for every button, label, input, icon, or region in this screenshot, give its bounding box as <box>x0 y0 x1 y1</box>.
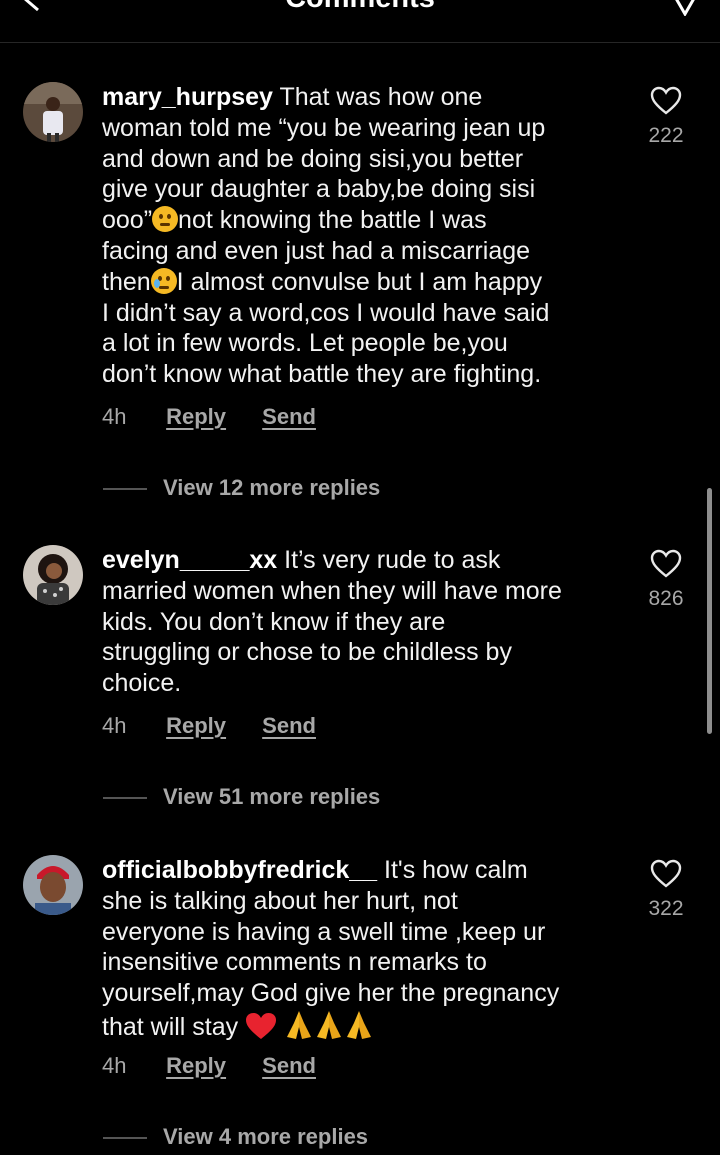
view-replies-label: View 51 more replies <box>163 784 381 809</box>
comment-line: I didn’t say a word,cos I would have sai… <box>102 298 550 327</box>
comment-line: ooo” <box>102 206 153 235</box>
comment-text: mary_hurpsey That was how one woman told… <box>102 82 622 390</box>
like-button[interactable]: 826 <box>640 549 692 611</box>
comment-time: 4h <box>102 713 127 738</box>
comment-line: kids. You don’t know if they are <box>102 607 446 636</box>
folded-hands-icon <box>347 1010 372 1039</box>
divider <box>103 488 147 491</box>
comment-line: and down and be doing sisi,you better <box>102 144 524 173</box>
comment-username[interactable]: mary_hurpsey <box>102 83 273 111</box>
folded-hands-icon <box>317 1010 342 1039</box>
avatar[interactable] <box>23 545 83 605</box>
like-button[interactable]: 322 <box>640 859 692 921</box>
comment-text: evelyn_____xx It’s very rude to ask marr… <box>102 545 622 699</box>
comment-meta: 4h Reply Send <box>102 713 346 739</box>
comment-line: facing and even just had a miscarriage <box>102 236 531 265</box>
comment-line: that will stay <box>102 1012 239 1041</box>
send-button[interactable]: Send <box>262 404 316 430</box>
comment-line: woman told me “you be wearing jean up <box>102 113 546 142</box>
red-heart-icon <box>246 1012 277 1039</box>
view-replies-label: View 12 more replies <box>163 475 381 500</box>
comment-line: don’t know what battle they are fighting… <box>102 360 542 389</box>
view-replies-button[interactable]: View 12 more replies <box>103 475 380 501</box>
folded-hands-icon <box>287 1010 312 1039</box>
comment-line: she is talking about her hurt, not <box>102 886 458 915</box>
comment-line: It's how calm <box>384 856 528 884</box>
thinking-face-icon <box>152 206 179 233</box>
comment-line: It’s very rude to ask <box>284 546 501 574</box>
comments-header: Comments <box>0 0 720 43</box>
comment-line: choice. <box>102 669 182 698</box>
comment-meta: 4h Reply Send <box>102 1053 346 1079</box>
scrollbar[interactable] <box>707 488 712 734</box>
avatar[interactable] <box>23 855 83 915</box>
avatar[interactable] <box>23 82 83 142</box>
comment-line: yourself,may God give her the pregnancy <box>102 979 560 1008</box>
heart-outline-icon[interactable] <box>650 859 682 889</box>
comment-line: everyone is having a swell time ,keep ur <box>102 917 546 946</box>
send-button[interactable]: Send <box>262 1053 316 1079</box>
send-button[interactable]: Send <box>262 713 316 739</box>
comment-text: officialbobbyfredrick__ It's how calm sh… <box>102 855 622 1043</box>
page-title: Comments <box>0 0 720 15</box>
like-count: 222 <box>648 124 684 147</box>
divider <box>103 1137 147 1140</box>
heart-outline-icon[interactable] <box>650 86 682 116</box>
reply-button[interactable]: Reply <box>166 404 226 430</box>
comment-username[interactable]: evelyn_____xx <box>102 546 277 574</box>
comment-meta: 4h Reply Send <box>102 404 346 430</box>
comment-time: 4h <box>102 1053 127 1078</box>
comment-time: 4h <box>102 404 127 429</box>
like-count: 826 <box>648 587 684 610</box>
comment-line: married women when they will have more <box>102 576 562 605</box>
view-replies-button[interactable]: View 4 more replies <box>103 1124 368 1150</box>
like-count: 322 <box>648 897 684 920</box>
paper-plane-icon[interactable] <box>668 0 702 18</box>
reply-button[interactable]: Reply <box>166 1053 226 1079</box>
comment-line: That was how one <box>279 83 483 111</box>
comment-line: give your daughter a baby,be doing sisi <box>102 175 536 204</box>
view-replies-button[interactable]: View 51 more replies <box>103 784 380 810</box>
like-button[interactable]: 222 <box>640 86 692 148</box>
comment-line: not knowing the battle I was <box>178 206 487 235</box>
comment-line: struggling or chose to be childless by <box>102 638 512 667</box>
view-replies-label: View 4 more replies <box>163 1124 369 1149</box>
comment-username[interactable]: officialbobbyfredrick__ <box>102 856 377 884</box>
heart-outline-icon[interactable] <box>650 549 682 579</box>
reply-button[interactable]: Reply <box>166 713 226 739</box>
comment-line: insensitive comments n remarks to <box>102 948 487 977</box>
comment-line: a lot in few words. Let people be,you <box>102 329 508 358</box>
comment-line: then <box>102 267 151 296</box>
divider <box>103 797 147 800</box>
comment-line: I almost convulse but I am happy <box>176 267 543 296</box>
crying-face-icon <box>150 267 177 294</box>
